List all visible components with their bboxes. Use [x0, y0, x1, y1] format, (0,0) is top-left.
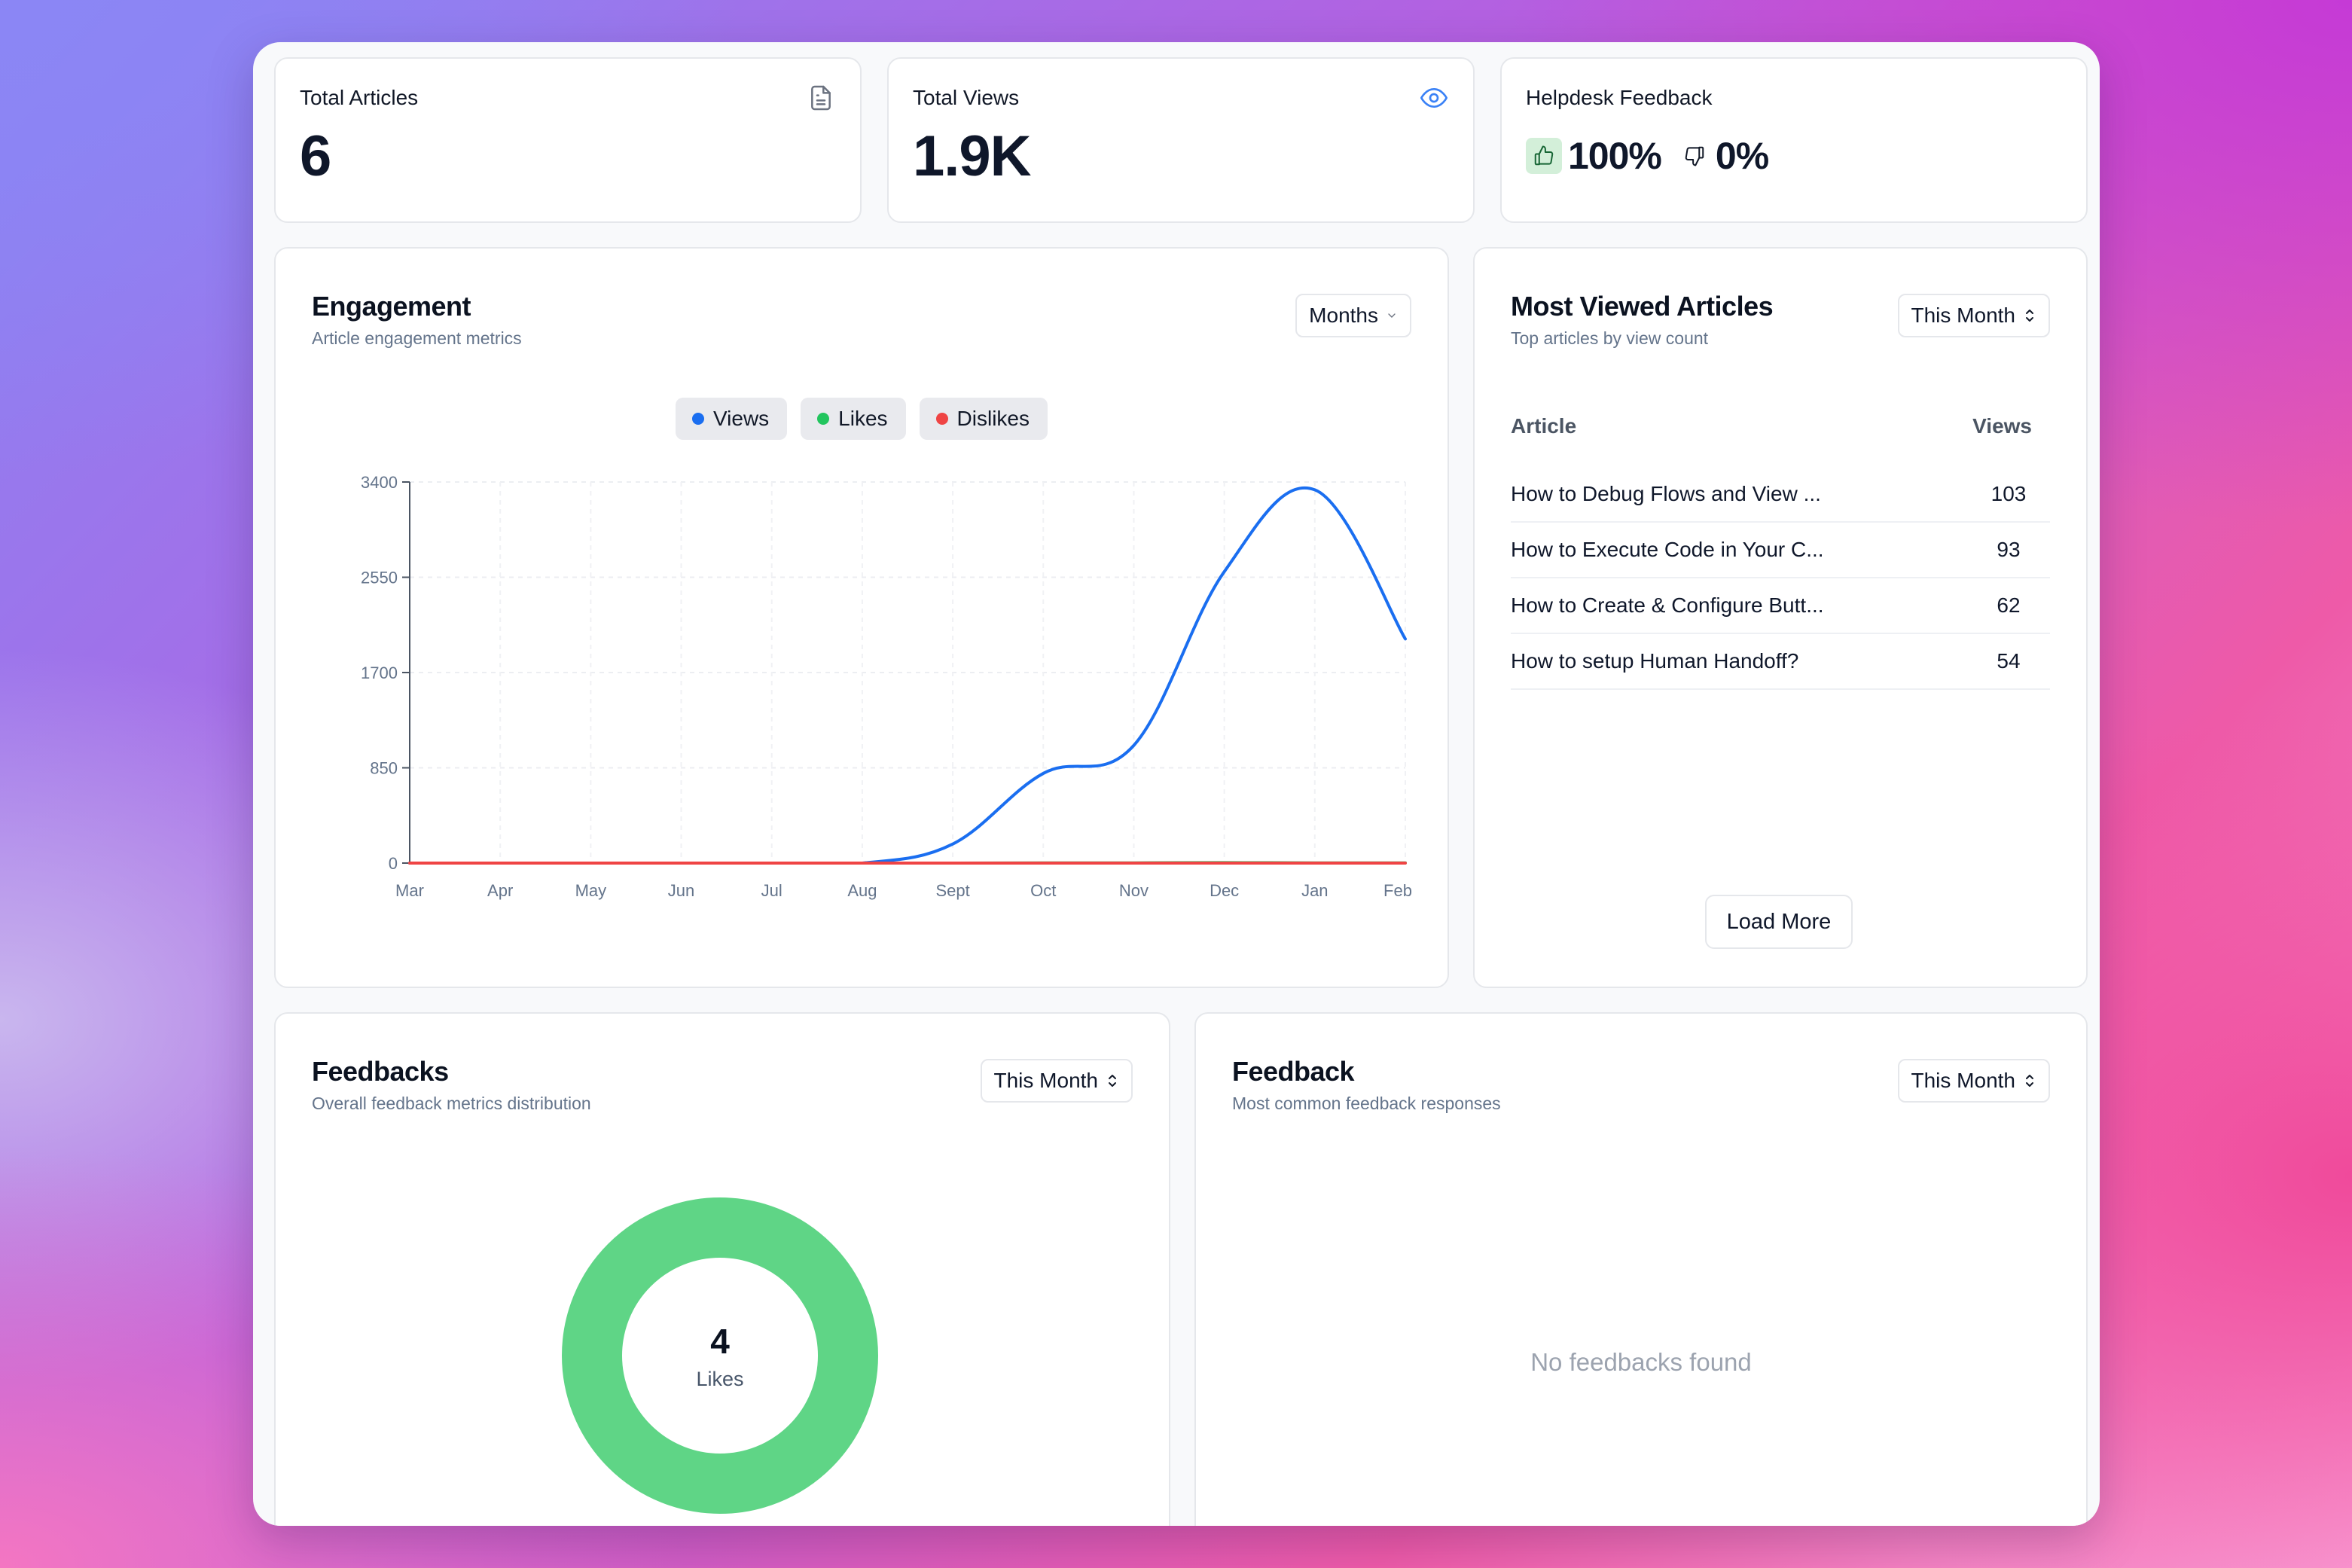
column-header-article: Article: [1511, 414, 1577, 438]
article-views: 62: [1997, 593, 2021, 617]
chevron-up-down-icon: [1109, 1075, 1116, 1087]
document-icon: [811, 85, 831, 111]
y-tick-label: 1700: [361, 664, 398, 682]
article-title: How to setup Human Handoff?: [1511, 649, 1799, 673]
thumbs-down-icon: [1685, 146, 1704, 166]
card-subtitle: Most common feedback responses: [1232, 1094, 1501, 1113]
article-title: How to Execute Code in Your C...: [1511, 538, 1824, 561]
table-header: Article Views: [1511, 414, 2032, 438]
stat-card-total-views: Total Views 1.9K: [887, 57, 1475, 223]
empty-state-message: No feedbacks found: [1530, 1348, 1752, 1376]
engagement-card: Engagement Article engagement metrics Mo…: [274, 247, 1449, 988]
feedbacks-card: Feedbacks Overall feedback metrics distr…: [274, 1012, 1170, 1526]
table-row[interactable]: How to Create & Configure Butt... 62: [1511, 578, 2050, 634]
period-select-value: This Month: [1911, 1069, 2016, 1092]
stat-value: 6: [300, 124, 331, 188]
card-subtitle: Overall feedback metrics distribution: [312, 1094, 591, 1113]
stat-label: Total Articles: [300, 86, 419, 109]
stat-label: Helpdesk Feedback: [1526, 86, 1713, 109]
card-subtitle: Top articles by view count: [1511, 328, 1709, 348]
card-title: Feedback: [1232, 1056, 1355, 1087]
x-tick-label: Jun: [668, 881, 694, 900]
article-title: How to Create & Configure Butt...: [1511, 593, 1824, 617]
donut-value: 4: [710, 1321, 730, 1361]
series-line-views: [408, 487, 1407, 865]
column-header-views: Views: [1972, 414, 2032, 438]
chevron-up-down-icon: [2026, 310, 2033, 322]
thumbs-down-badge: [1679, 141, 1710, 171]
period-select-value: This Month: [1911, 304, 2016, 327]
load-more-button[interactable]: Load More: [1705, 895, 1853, 949]
table-row[interactable]: How to Execute Code in Your C... 93: [1511, 523, 2050, 578]
period-select-value: This Month: [993, 1069, 1099, 1092]
most-viewed-card: Most Viewed Articles Top articles by vie…: [1473, 247, 2088, 988]
y-tick-label: 2550: [361, 569, 398, 587]
stat-label: Total Views: [913, 86, 1020, 109]
x-tick-label: Dec: [1210, 881, 1239, 900]
chevron-up-down-icon: [2026, 1075, 2033, 1087]
engagement-line-chart: 0 850 1700 2550 3400 Mar Apr May Jun Jul Aug Sept Oc…: [361, 473, 1412, 900]
period-select[interactable]: This Month: [1897, 1059, 2050, 1103]
y-tick-label: 3400: [361, 473, 398, 492]
dashboard-window: Total Articles 6 Total Views 1.9K Helpde…: [253, 42, 2100, 1526]
table-row[interactable]: How to setup Human Handoff? 54: [1511, 634, 2050, 690]
x-tick-label: Jul: [761, 881, 782, 900]
x-tick-label: Sept: [935, 881, 969, 900]
stat-card-total-articles: Total Articles 6: [274, 57, 862, 223]
stat-value: 1.9K: [913, 124, 1032, 188]
x-tick-label: Aug: [847, 881, 877, 900]
table-row[interactable]: How to Debug Flows and View ... 103: [1511, 467, 2050, 523]
y-tick-label: 850: [370, 759, 398, 778]
x-tick-label: Mar: [395, 881, 424, 900]
period-select[interactable]: This Month: [1897, 294, 2050, 337]
x-tick-label: Jan: [1301, 881, 1328, 900]
feedback-responses-card: Feedback Most common feedback responses …: [1194, 1012, 2088, 1526]
donut-label: Likes: [696, 1367, 744, 1390]
x-tick-label: Feb: [1383, 881, 1412, 900]
article-views: 93: [1997, 538, 2021, 561]
feedback-summary: 100% 0%: [1526, 134, 1769, 178]
y-tick-label: 0: [389, 854, 398, 873]
article-title: How to Debug Flows and View ...: [1511, 482, 1821, 505]
x-tick-label: Apr: [487, 881, 513, 900]
article-views: 103: [1991, 482, 2027, 505]
card-title: Feedbacks: [312, 1056, 449, 1087]
x-tick-label: May: [575, 881, 607, 900]
eye-icon: [1420, 88, 1448, 108]
feedback-donut-chart: 4 Likes: [562, 1197, 878, 1514]
stat-card-helpdesk-feedback: Helpdesk Feedback 100% 0%: [1500, 57, 2088, 223]
thumbs-up-icon: [1534, 145, 1554, 166]
x-tick-label: Oct: [1030, 881, 1056, 900]
negative-feedback-percent: 0%: [1715, 135, 1769, 177]
article-views: 54: [1997, 649, 2021, 673]
donut-center: 4 Likes: [562, 1197, 878, 1514]
x-tick-label: Nov: [1119, 881, 1149, 900]
thumbs-up-badge: [1526, 138, 1562, 174]
positive-feedback-percent: 100%: [1568, 135, 1662, 177]
card-title: Most Viewed Articles: [1511, 291, 1774, 322]
period-select[interactable]: This Month: [980, 1059, 1133, 1103]
